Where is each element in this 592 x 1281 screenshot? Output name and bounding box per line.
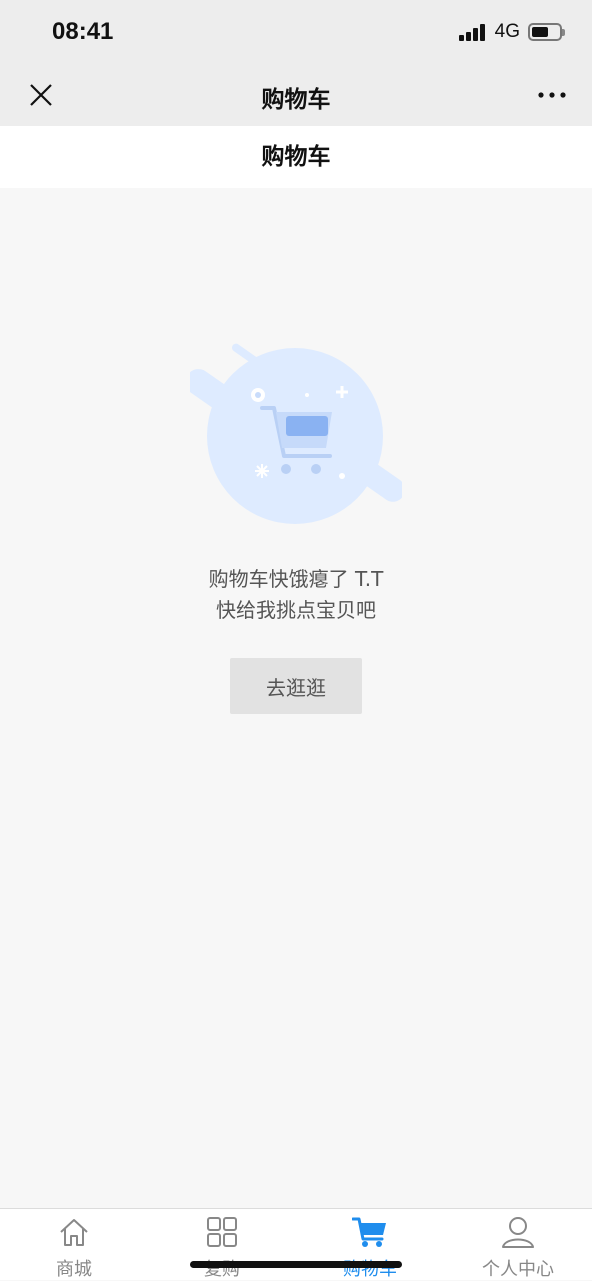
tab-label: 个人中心 <box>482 1259 554 1280</box>
page-title: 购物车 <box>0 126 592 188</box>
user-icon <box>502 1217 534 1248</box>
empty-message-line2: 快给我挑点宝贝吧 <box>216 598 376 622</box>
status-time: 08:41 <box>52 18 114 45</box>
status-indicators: 4G <box>458 20 565 44</box>
go-shopping-button[interactable]: 去逛逛 <box>230 658 362 714</box>
cart-icon <box>352 1217 386 1247</box>
more-button[interactable] <box>532 76 572 114</box>
nav-title: 购物车 <box>261 87 331 113</box>
tab-repurchase[interactable]: 复购 <box>148 1209 296 1280</box>
home-icon <box>60 1219 88 1246</box>
nav-bar: 购物车 <box>0 64 592 126</box>
network-type: 4G <box>494 21 520 42</box>
empty-cart-illustration <box>190 343 402 524</box>
tab-bar: 商城 复购 购物车 个人中心 <box>0 1208 592 1280</box>
battery-icon <box>528 23 565 41</box>
tab-label: 购物车 <box>343 1259 397 1280</box>
grid-icon <box>207 1217 237 1247</box>
home-indicator <box>190 1261 402 1268</box>
tab-label: 商城 <box>56 1259 92 1280</box>
empty-message-line1: 购物车快饿瘪了 T.T <box>208 567 384 591</box>
tab-mall[interactable]: 商城 <box>0 1209 148 1280</box>
tab-profile[interactable]: 个人中心 <box>444 1209 592 1280</box>
empty-message: 购物车快饿瘪了 T.T 快给我挑点宝贝吧 <box>0 564 592 626</box>
status-bar: 08:41 4G <box>0 0 592 64</box>
signal-icon <box>458 23 487 41</box>
tab-label: 复购 <box>204 1259 240 1280</box>
more-icon <box>538 92 566 98</box>
tab-cart[interactable]: 购物车 <box>296 1209 444 1280</box>
